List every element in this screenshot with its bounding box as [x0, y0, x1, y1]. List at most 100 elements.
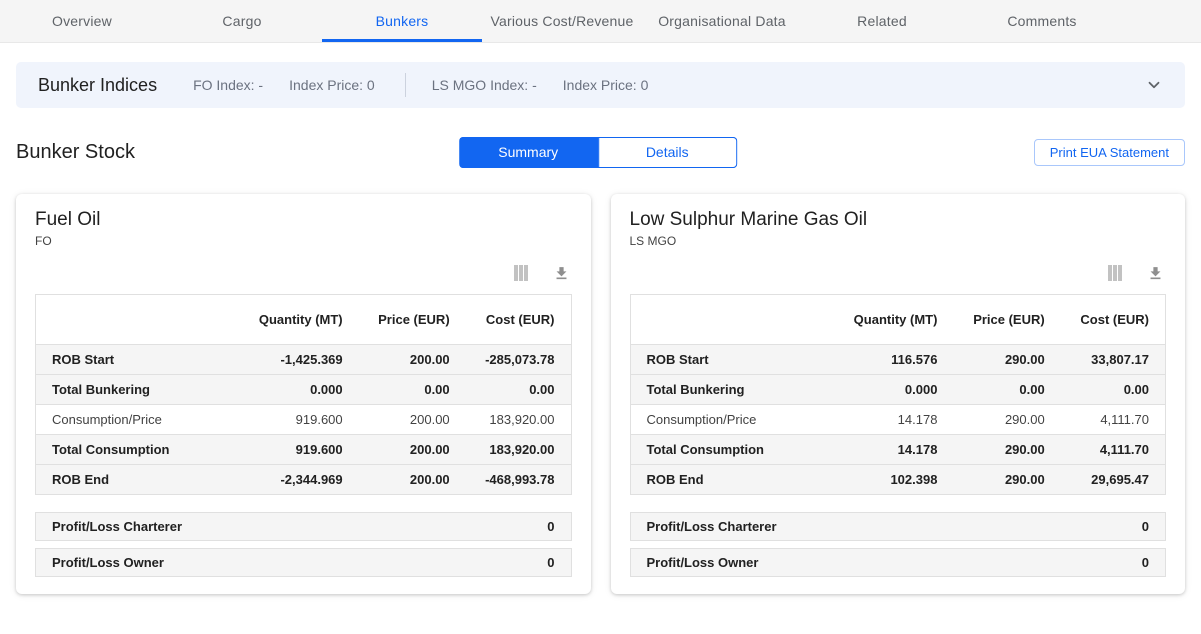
row-quantity: 14.178 [833, 405, 953, 435]
summary-details-toggle: Summary Details [459, 137, 737, 168]
table-row-rob-end: ROB End 102.398 290.00 29,695.47 [630, 465, 1166, 495]
row-label: ROB End [36, 465, 239, 495]
card-subtitle: FO [35, 234, 572, 248]
row-price: 0.00 [359, 375, 466, 405]
table-row-total-bunkering: Total Bunkering 0.000 0.00 0.00 [630, 375, 1166, 405]
profit-loss-label: Profit/Loss Charterer [647, 519, 777, 534]
row-quantity: 116.576 [833, 345, 953, 375]
tab-cargo[interactable]: Cargo [162, 0, 322, 42]
tab-bunkers[interactable]: Bunkers [322, 0, 482, 42]
profit-loss-value: 0 [547, 555, 554, 570]
table-row-total-bunkering: Total Bunkering 0.000 0.00 0.00 [36, 375, 572, 405]
card-actions [35, 264, 570, 282]
row-cost: 29,695.47 [1061, 465, 1166, 495]
indices-divider [405, 73, 406, 97]
row-quantity: 102.398 [833, 465, 953, 495]
row-quantity: 14.178 [833, 435, 953, 465]
profit-loss-owner-row: Profit/Loss Owner 0 [630, 548, 1167, 577]
table-row-consumption-price: Consumption/Price 14.178 290.00 4,111.70 [630, 405, 1166, 435]
lsmgo-index-value: LS MGO Index: - [432, 77, 537, 93]
table-row-rob-end: ROB End -2,344.969 200.00 -468,993.78 [36, 465, 572, 495]
fo-index-value: FO Index: - [193, 77, 263, 93]
profit-loss-value: 0 [1142, 519, 1149, 534]
table-row-consumption-price: Consumption/Price 919.600 200.00 183,920… [36, 405, 572, 435]
tab-related[interactable]: Related [802, 0, 962, 42]
card-actions [630, 264, 1165, 282]
row-price: 200.00 [359, 465, 466, 495]
table-row-rob-start: ROB Start -1,425.369 200.00 -285,073.78 [36, 345, 572, 375]
column-header-blank [630, 295, 833, 345]
row-cost: 183,920.00 [466, 435, 571, 465]
row-cost: 33,807.17 [1061, 345, 1166, 375]
ls-mgo-card: Low Sulphur Marine Gas Oil LS MGO Quanti… [611, 194, 1186, 594]
profit-loss-label: Profit/Loss Owner [52, 555, 164, 570]
profit-loss-charterer-row: Profit/Loss Charterer 0 [35, 512, 572, 541]
row-quantity: -1,425.369 [239, 345, 359, 375]
download-icon[interactable] [1147, 265, 1164, 282]
column-header-price: Price (EUR) [359, 295, 466, 345]
profit-loss-label: Profit/Loss Charterer [52, 519, 182, 534]
tab-overview[interactable]: Overview [2, 0, 162, 42]
card-title: Fuel Oil [35, 209, 572, 231]
bunker-stock-header: Bunker Stock Summary Details Print EUA S… [16, 136, 1185, 168]
profit-loss-value: 0 [1142, 555, 1149, 570]
column-header-price: Price (EUR) [953, 295, 1060, 345]
tab-various-cost-revenue[interactable]: Various Cost/Revenue [482, 0, 642, 42]
row-price: 0.00 [953, 375, 1060, 405]
row-quantity: 0.000 [833, 375, 953, 405]
row-label: Total Bunkering [630, 375, 833, 405]
ls-mgo-table: Quantity (MT) Price (EUR) Cost (EUR) ROB… [630, 294, 1167, 495]
table-row-total-consumption: Total Consumption 14.178 290.00 4,111.70 [630, 435, 1166, 465]
row-price: 290.00 [953, 465, 1060, 495]
profit-loss-value: 0 [547, 519, 554, 534]
bunker-indices-bar[interactable]: Bunker Indices FO Index: - Index Price: … [16, 62, 1185, 108]
fo-index-price-value: Index Price: 0 [289, 77, 375, 93]
tab-organisational-data[interactable]: Organisational Data [642, 0, 802, 42]
row-price: 200.00 [359, 345, 466, 375]
page-title: Bunker Stock [16, 141, 135, 164]
row-price: 290.00 [953, 405, 1060, 435]
table-row-rob-start: ROB Start 116.576 290.00 33,807.17 [630, 345, 1166, 375]
row-label: ROB Start [630, 345, 833, 375]
profit-loss-owner-row: Profit/Loss Owner 0 [35, 548, 572, 577]
details-toggle-button[interactable]: Details [598, 137, 737, 168]
print-eua-statement-button[interactable]: Print EUA Statement [1034, 139, 1185, 166]
row-label: Consumption/Price [630, 405, 833, 435]
table-header-row: Quantity (MT) Price (EUR) Cost (EUR) [630, 295, 1166, 345]
column-header-blank [36, 295, 239, 345]
column-header-quantity: Quantity (MT) [239, 295, 359, 345]
row-quantity: 0.000 [239, 375, 359, 405]
bunker-indices-title: Bunker Indices [38, 75, 157, 96]
row-price: 200.00 [359, 405, 466, 435]
fuel-oil-card: Fuel Oil FO Quantity (MT) Price (EUR) Co… [16, 194, 591, 594]
row-price: 200.00 [359, 435, 466, 465]
row-label: Consumption/Price [36, 405, 239, 435]
column-header-cost: Cost (EUR) [466, 295, 571, 345]
row-label: ROB Start [36, 345, 239, 375]
bunker-cards-row: Fuel Oil FO Quantity (MT) Price (EUR) Co… [16, 194, 1185, 594]
row-cost: 0.00 [466, 375, 571, 405]
row-cost: -285,073.78 [466, 345, 571, 375]
profit-loss-label: Profit/Loss Owner [647, 555, 759, 570]
row-quantity: 919.600 [239, 435, 359, 465]
tab-comments[interactable]: Comments [962, 0, 1122, 42]
table-header-row: Quantity (MT) Price (EUR) Cost (EUR) [36, 295, 572, 345]
row-cost: 4,111.70 [1061, 435, 1166, 465]
column-header-cost: Cost (EUR) [1061, 295, 1166, 345]
summary-toggle-button[interactable]: Summary [459, 137, 598, 168]
chevron-down-icon[interactable] [1145, 76, 1163, 94]
row-quantity: 919.600 [239, 405, 359, 435]
card-title: Low Sulphur Marine Gas Oil [630, 209, 1167, 231]
columns-icon[interactable] [513, 265, 529, 281]
row-cost: 183,920.00 [466, 405, 571, 435]
table-row-total-consumption: Total Consumption 919.600 200.00 183,920… [36, 435, 572, 465]
row-cost: 0.00 [1061, 375, 1166, 405]
column-header-quantity: Quantity (MT) [833, 295, 953, 345]
row-label: Total Bunkering [36, 375, 239, 405]
download-icon[interactable] [553, 265, 570, 282]
columns-icon[interactable] [1107, 265, 1123, 281]
row-cost: -468,993.78 [466, 465, 571, 495]
row-label: ROB End [630, 465, 833, 495]
row-label: Total Consumption [36, 435, 239, 465]
row-price: 290.00 [953, 435, 1060, 465]
